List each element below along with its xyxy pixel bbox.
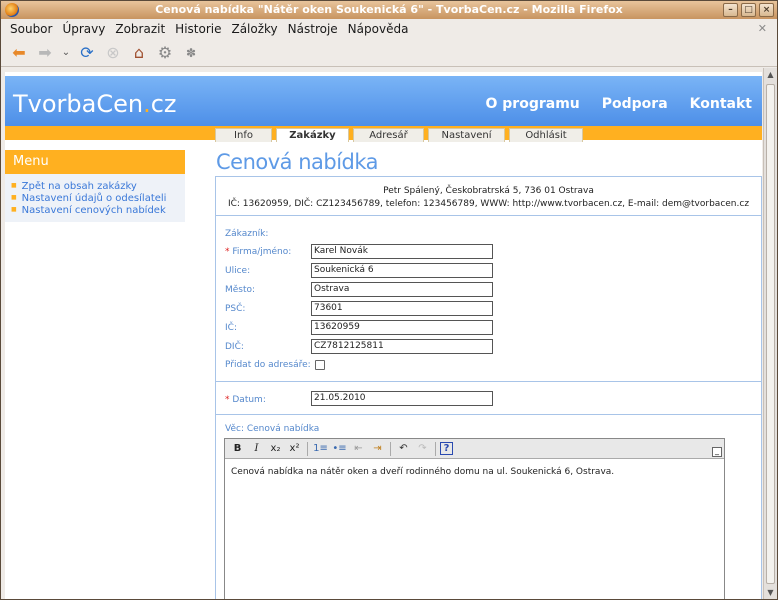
menu-nastroje[interactable]: Nástroje — [283, 22, 343, 36]
menu-soubor[interactable]: Soubor — [1, 22, 57, 36]
help-button[interactable]: ? — [440, 442, 453, 455]
firm-input[interactable]: Karel Novák — [311, 244, 493, 259]
nav-kontakt[interactable]: Kontakt — [690, 96, 752, 112]
subject-label: Věc: Cenová nabídka — [225, 424, 320, 434]
editor-content[interactable]: Cenová nabídka na nátěr oken a dveří rod… — [231, 467, 614, 477]
dic-label: DIČ: — [225, 342, 244, 352]
site-header: TvorbaCen.cz O programu Podpora Kontakt — [5, 76, 762, 126]
indent-button[interactable]: ⇥ — [369, 441, 386, 457]
firefox-icon — [5, 3, 19, 17]
undo-button[interactable]: ↶ — [395, 441, 412, 457]
scroll-up-icon[interactable]: ▲ — [766, 70, 775, 79]
zip-label: PSČ: — [225, 304, 246, 314]
unordered-list-button[interactable]: •≡ — [331, 441, 348, 457]
close-button[interactable]: × — [759, 3, 774, 17]
title-bar: Cenová nabídka "Nátěr oken Soukenická 6"… — [1, 1, 777, 19]
firefox-window: Cenová nabídka "Nátěr oken Soukenická 6"… — [0, 0, 778, 600]
tab-nastaveni[interactable]: Nastavení — [428, 128, 505, 142]
divider — [216, 414, 761, 415]
tab-odhlasit[interactable]: Odhlásit — [509, 128, 583, 142]
menu-item-back[interactable]: Zpět na obsah zakázky — [5, 180, 185, 192]
site-logo[interactable]: TvorbaCen.cz — [13, 90, 177, 118]
rich-text-editor: B I x₂ x² 1≡ •≡ ⇤ ⇥ ↶ ↷ ? _ Cenová nabíd — [224, 438, 725, 599]
firm-label: * Firma/jméno: — [225, 247, 292, 257]
italic-button[interactable]: I — [248, 441, 265, 457]
superscript-button[interactable]: x² — [286, 441, 303, 457]
minimize-button[interactable]: – — [723, 3, 738, 17]
scroll-down-icon[interactable]: ▼ — [766, 588, 775, 597]
zip-input[interactable]: 73601 — [311, 301, 493, 316]
tab-zakazky[interactable]: Zakázky — [276, 128, 349, 142]
street-input[interactable]: Soukenická 6 — [311, 263, 493, 278]
addon-icon[interactable]: ✽ — [181, 43, 201, 63]
nav-o-programu[interactable]: O programu — [486, 96, 580, 112]
add-to-addressbook-label: Přidat do adresáře: — [225, 360, 311, 370]
ordered-list-button[interactable]: 1≡ — [312, 441, 329, 457]
window-title: Cenová nabídka "Nátěr oken Soukenická 6"… — [155, 3, 623, 16]
tab-bar: Info Zakázky Adresář Nastavení Odhlásit — [215, 128, 583, 142]
ic-label: IČ: — [225, 323, 237, 333]
stop-icon[interactable]: ⊗ — [103, 43, 123, 63]
menu-napoveda[interactable]: Nápověda — [343, 22, 414, 36]
subscript-button[interactable]: x₂ — [267, 441, 284, 457]
side-menu: Zpět na obsah zakázky Nastavení údajů o … — [5, 174, 185, 222]
dic-input[interactable]: CZ7812125811 — [311, 339, 493, 354]
menu-historie[interactable]: Historie — [170, 22, 226, 36]
scroll-thumb[interactable] — [766, 84, 775, 584]
bold-button[interactable]: B — [229, 441, 246, 457]
menu-item-sender-settings[interactable]: Nastavení údajů o odesílateli — [5, 192, 185, 204]
menu-title: Menu — [5, 150, 185, 174]
divider — [216, 381, 761, 382]
date-label: * Datum: — [225, 395, 266, 405]
add-to-addressbook-checkbox[interactable] — [315, 360, 325, 370]
tab-info[interactable]: Info — [215, 128, 272, 142]
menu-upravy[interactable]: Úpravy — [57, 22, 110, 36]
offer-form: Petr Spálený, Českobratrská 5, 736 01 Os… — [215, 176, 762, 599]
tab-adresar[interactable]: Adresář — [353, 128, 424, 142]
toolbar-separator — [435, 441, 436, 456]
menu-close-icon[interactable]: ✕ — [758, 22, 767, 35]
outdent-button[interactable]: ⇤ — [350, 441, 367, 457]
page-viewport: TvorbaCen.cz O programu Podpora Kontakt … — [5, 72, 762, 599]
collapse-editor-icon[interactable]: _ — [712, 447, 722, 457]
nav-toolbar: ⬅ ➡ ⌄ ⟳ ⊗ ⌂ ⚙ ✽ — [1, 39, 777, 67]
customer-section-label: Zákazník: — [225, 229, 269, 239]
redo-button[interactable]: ↷ — [414, 441, 431, 457]
history-dropdown-icon[interactable]: ⌄ — [61, 43, 71, 63]
gear-icon[interactable]: ⚙ — [155, 43, 175, 63]
maximize-button[interactable]: □ — [741, 3, 756, 17]
menu-zobrazit[interactable]: Zobrazit — [110, 22, 170, 36]
ic-input[interactable]: 13620959 — [311, 320, 493, 335]
back-icon[interactable]: ⬅ — [9, 43, 29, 63]
street-label: Ulice: — [225, 266, 251, 276]
city-input[interactable]: Ostrava — [311, 282, 493, 297]
toolbar-separator — [390, 441, 391, 456]
page-title: Cenová nabídka — [216, 150, 379, 174]
nav-podpora[interactable]: Podpora — [602, 96, 668, 112]
menu-item-offer-settings[interactable]: Nastavení cenových nabídek — [5, 204, 185, 216]
vertical-scrollbar[interactable]: ▲ ▼ — [763, 68, 777, 599]
reload-icon[interactable]: ⟳ — [77, 43, 97, 63]
menu-bar: Soubor Úpravy Zobrazit Historie Záložky … — [1, 19, 777, 39]
sender-info: Petr Spálený, Českobratrská 5, 736 01 Os… — [227, 186, 750, 209]
editor-toolbar: B I x₂ x² 1≡ •≡ ⇤ ⇥ ↶ ↷ ? _ — [225, 439, 724, 459]
divider — [216, 215, 761, 216]
home-icon[interactable]: ⌂ — [129, 43, 149, 63]
date-input[interactable]: 21.05.2010 — [311, 391, 493, 406]
forward-icon[interactable]: ➡ — [35, 43, 55, 63]
menu-zalozky[interactable]: Záložky — [226, 22, 282, 36]
city-label: Město: — [225, 285, 256, 295]
toolbar-separator — [307, 441, 308, 456]
